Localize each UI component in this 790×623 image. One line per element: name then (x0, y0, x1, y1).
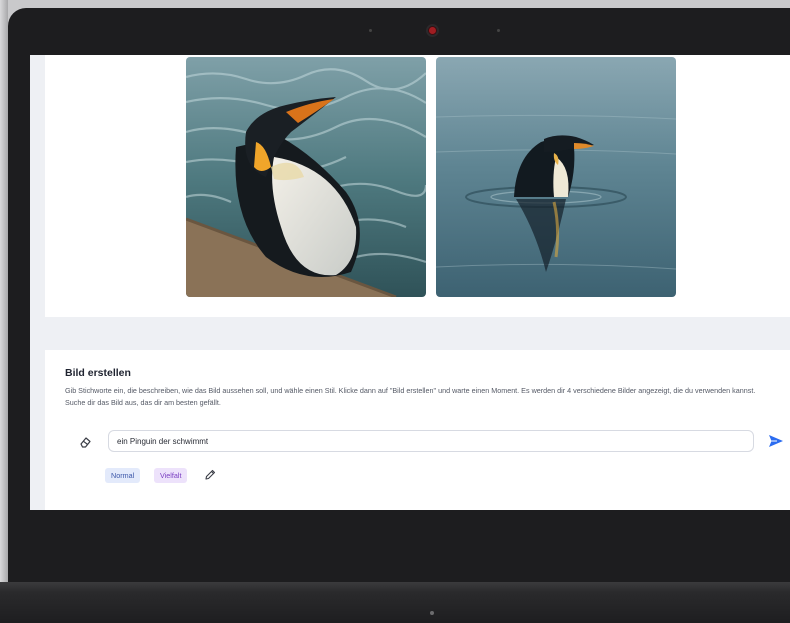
webcam (426, 24, 439, 37)
pencil-icon[interactable] (203, 468, 217, 482)
ambient-sensor (369, 29, 372, 32)
image-gallery (45, 55, 790, 317)
penguin-image-1[interactable] (186, 57, 426, 297)
camera-indicator (497, 29, 500, 32)
laptop-lid-edge (0, 0, 8, 623)
send-icon[interactable] (768, 433, 784, 449)
hinge-indicator (430, 611, 434, 615)
create-image-panel: Bild erstellen Gib Stichworte ein, die b… (45, 350, 790, 510)
app-screen: Bild erstellen Gib Stichworte ein, die b… (30, 55, 790, 510)
penguin-image-1-graphic (186, 57, 426, 297)
eraser-icon[interactable] (79, 435, 93, 449)
section-title: Bild erstellen (65, 367, 131, 379)
laptop-base (0, 582, 790, 623)
style-chip-vielfalt[interactable]: Vielfalt (154, 468, 188, 483)
penguin-image-2[interactable] (436, 57, 676, 297)
section-description: Gib Stichworte ein, die beschreiben, wie… (65, 386, 756, 407)
style-chip-normal[interactable]: Normal (105, 468, 141, 483)
penguin-image-2-graphic (436, 57, 676, 297)
prompt-input[interactable] (108, 430, 754, 452)
